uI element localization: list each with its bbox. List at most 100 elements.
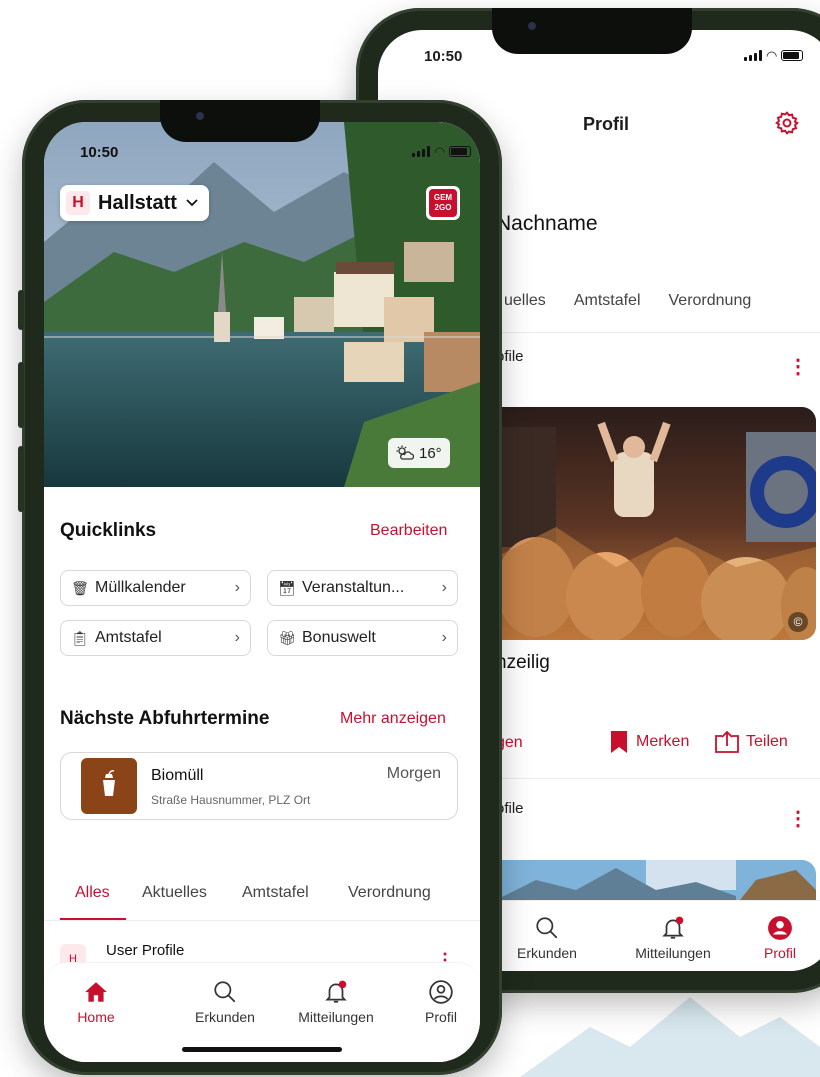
gem2go-logo[interactable]: GEM 2GO: [426, 186, 460, 220]
city-logo: H: [66, 191, 90, 215]
tab-divider: [44, 920, 480, 921]
bookmark-icon: [611, 731, 627, 753]
user-name: Nachname: [496, 212, 598, 235]
city-selector[interactable]: H Hallstatt: [60, 185, 209, 221]
phone-home: 10:50 ◠ H Hallstatt GEM 2GO 16° Quicklin…: [18, 100, 502, 1075]
bookmark-button[interactable]: Merken: [610, 730, 689, 754]
city-name: Hallstatt: [98, 191, 177, 214]
gem2go-label: GEM 2GO: [429, 189, 457, 217]
pickup-card[interactable]: Biomüll Straße Hausnummer, PLZ Ort Morge…: [60, 752, 458, 820]
quicklink-bonuswelt[interactable]: 🎁︎ Bonuswelt ›: [267, 620, 458, 656]
biowaste-icon: [81, 758, 137, 814]
hero-image: [44, 122, 480, 487]
nav-mitteilungen[interactable]: Mitteilungen: [618, 915, 728, 961]
quicklink-muellkalender[interactable]: 🗑︎ Müllkalender ›: [60, 570, 251, 606]
quicklink-label: Veranstaltun...: [302, 579, 405, 596]
quicklink-amtstafel[interactable]: 📋︎ Amtstafel ›: [60, 620, 251, 656]
chevron-down-icon: [186, 199, 198, 207]
tab-amtstafel[interactable]: Amtstafel: [574, 292, 641, 310]
post-author: User Profile: [106, 942, 185, 959]
bell-icon: [325, 980, 347, 1003]
bell-icon: [662, 916, 684, 939]
quicklink-label: Müllkalender: [95, 579, 186, 596]
home-indicator: [182, 1047, 342, 1052]
nav-label: Erkunden: [195, 1009, 255, 1025]
home-icon: [85, 982, 107, 1002]
post-image[interactable]: ©: [496, 407, 816, 640]
hallstatt-photo: [44, 122, 480, 487]
status-time: 10:50: [80, 144, 119, 161]
weather-badge[interactable]: 16°: [388, 438, 450, 468]
trash-icon: 🗑︎: [71, 579, 89, 596]
waste-address: Straße Hausnummer, PLZ Ort: [151, 793, 311, 807]
wifi-icon: ◠: [766, 48, 778, 63]
nav-erkunden[interactable]: Erkunden: [180, 979, 270, 1025]
home-screen: 10:50 ◠ H Hallstatt GEM 2GO 16° Quicklin…: [44, 122, 480, 1062]
clipboard-icon: 📋︎: [71, 629, 89, 646]
tab-verordnung[interactable]: Verordnung: [348, 884, 431, 902]
volume-down-button: [18, 446, 24, 512]
status-time: 10:50: [424, 48, 463, 65]
copyright-icon: ©: [788, 612, 808, 632]
signal-icon: [412, 146, 430, 157]
concert-photo: [496, 407, 816, 640]
chevron-right-icon: ›: [234, 579, 240, 596]
user-circle-icon: [768, 916, 792, 940]
more-options-icon-2[interactable]: ⋮: [788, 806, 808, 831]
battery-icon: [449, 146, 472, 157]
nav-label: Mitteilungen: [635, 945, 711, 961]
gear-icon[interactable]: [774, 110, 800, 136]
user-circle-icon: [429, 980, 453, 1004]
share-button[interactable]: Teilen: [714, 730, 788, 754]
nav-label: Profil: [425, 1009, 457, 1025]
notch: [160, 100, 320, 142]
calendar-icon: 📅︎: [278, 579, 296, 596]
nav-label: Mitteilungen: [298, 1009, 374, 1025]
nav-home[interactable]: Home: [66, 979, 126, 1025]
bottom-nav: Home Erkunden Mitteilungen Profil: [44, 962, 480, 1062]
volume-up-button: [18, 362, 24, 428]
tab-bar: Alles Aktuelles Amtstafel Verordnung: [60, 884, 480, 924]
nav-erkunden[interactable]: Erkunden: [502, 915, 592, 961]
cloud-sun-icon: [396, 445, 414, 460]
waste-type: Biomüll: [151, 767, 204, 784]
tab-aktuelles[interactable]: Aktuelles: [142, 884, 207, 902]
nav-label: Erkunden: [517, 945, 577, 961]
show-more-link[interactable]: Mehr anzeigen: [340, 710, 446, 728]
signal-icon: [744, 50, 762, 61]
quicklink-label: Amtstafel: [95, 629, 162, 646]
post-divider: [496, 778, 820, 779]
nav-label: Home: [77, 1009, 115, 1025]
tab-divider: [496, 332, 820, 333]
search-icon: [536, 917, 558, 939]
nav-profil[interactable]: Profil: [414, 979, 468, 1025]
temperature: 16°: [419, 444, 442, 462]
tab-aktuelles[interactable]: uelles: [504, 292, 546, 310]
mountain-decoration: [520, 997, 820, 1077]
edit-quicklinks-link[interactable]: Bearbeiten: [370, 522, 447, 540]
chevron-right-icon: ›: [234, 629, 240, 646]
pickup-date: Morgen: [386, 765, 441, 782]
more-options-icon[interactable]: ⋮: [788, 354, 808, 379]
mute-switch: [18, 290, 24, 330]
bookmark-label: Merken: [636, 733, 690, 750]
battery-icon: [781, 50, 804, 61]
quicklink-label: Bonuswelt: [302, 629, 376, 646]
share-label: Teilen: [746, 733, 788, 750]
post-actions: gen Merken Teilen: [496, 730, 820, 760]
nav-label: Profil: [764, 945, 796, 961]
tab-verordnung[interactable]: Verordnung: [669, 292, 752, 310]
nav-mitteilungen[interactable]: Mitteilungen: [286, 979, 386, 1025]
quicklink-veranstaltungen[interactable]: 📅︎ Veranstaltun... ›: [267, 570, 458, 606]
status-icons: ◠: [412, 144, 472, 159]
share-icon: [715, 730, 739, 753]
gift-icon: 🎁︎: [278, 629, 296, 646]
wifi-icon: ◠: [434, 144, 446, 159]
status-icons: ◠: [744, 48, 804, 63]
tab-amtstafel[interactable]: Amtstafel: [242, 884, 309, 902]
quicklinks-title: Quicklinks: [60, 520, 157, 541]
tab-alles[interactable]: Alles: [75, 884, 110, 902]
nav-profil[interactable]: Profil: [750, 915, 810, 961]
post-headline: nzeilig: [496, 652, 550, 673]
pickup-title: Nächste Abfuhrtermine: [60, 708, 270, 729]
